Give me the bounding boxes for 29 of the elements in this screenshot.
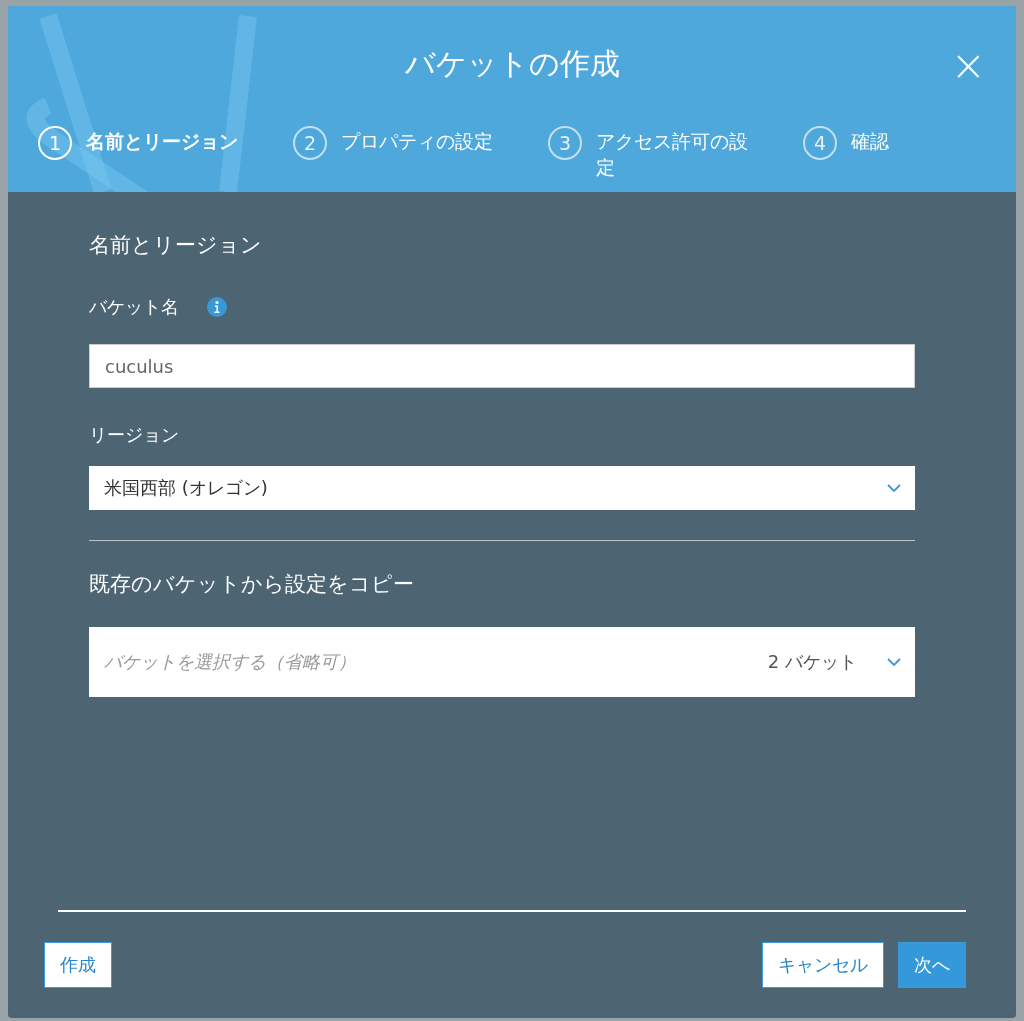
step-label: 名前とリージョン: [86, 129, 238, 154]
wizard-step[interactable]: 3 アクセス許可の設定: [548, 126, 803, 180]
step-number: 3: [548, 126, 582, 160]
bucket-count: 2 バケット: [767, 650, 857, 674]
step-number: 1: [38, 126, 72, 160]
chevron-down-icon: [887, 657, 901, 667]
step-label: アクセス許可の設定: [596, 129, 749, 180]
bucket-select[interactable]: バケットを選択する（省略可） 2 バケット: [89, 627, 915, 697]
region-select[interactable]: 米国西部 (オレゴン): [89, 466, 915, 510]
create-button[interactable]: 作成: [44, 942, 112, 988]
step-label: プロパティの設定: [341, 129, 493, 154]
section-title: 既存のバケットから設定をコピー: [89, 571, 415, 598]
chevron-down-icon: [887, 483, 901, 493]
close-button[interactable]: ×: [946, 46, 990, 86]
step-number: 4: [803, 126, 837, 160]
bucket-name-field[interactable]: cuculus: [89, 344, 915, 388]
step-label: 確認: [851, 129, 889, 154]
info-icon[interactable]: [207, 297, 227, 317]
field-label: バケット名: [89, 295, 179, 319]
wizard-step[interactable]: 4 確認: [803, 126, 1016, 180]
cancel-button[interactable]: キャンセル: [762, 942, 884, 988]
step-number: 2: [293, 126, 327, 160]
dialog-title: バケットの作成: [404, 45, 620, 83]
wizard-step[interactable]: 1 名前とリージョン: [38, 126, 293, 180]
section-title: 名前とリージョン: [89, 232, 263, 259]
field-label: リージョン: [89, 423, 179, 447]
placeholder-text: バケットを選択する（省略可）: [104, 650, 357, 674]
wizard-step[interactable]: 2 プロパティの設定: [293, 126, 548, 180]
next-button[interactable]: 次へ: [898, 942, 966, 988]
